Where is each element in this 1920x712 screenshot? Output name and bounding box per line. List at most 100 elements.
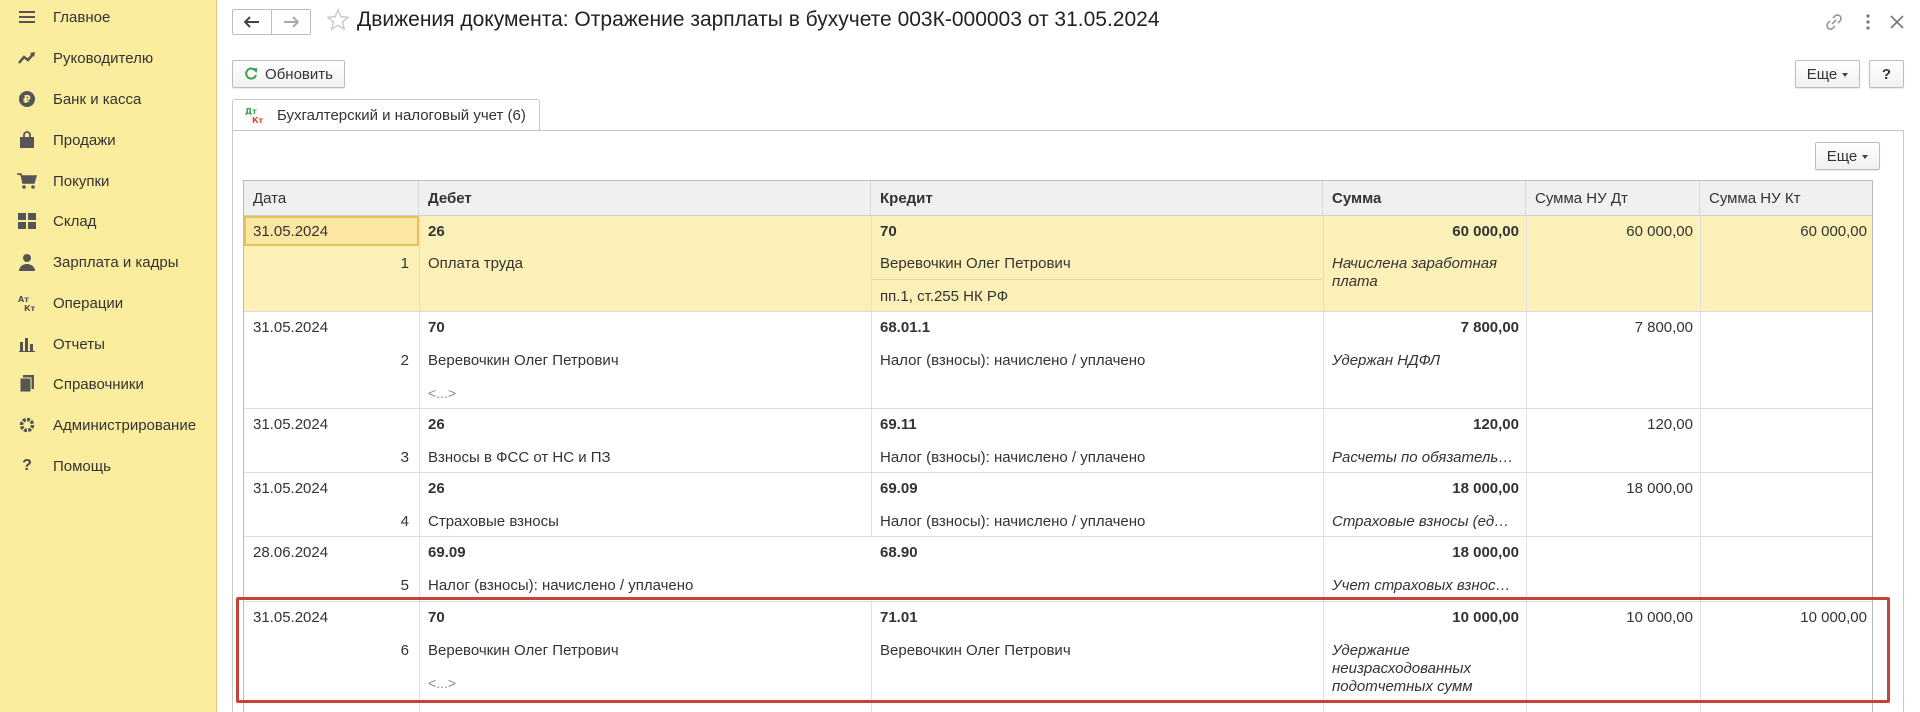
sidebar-item-purchases[interactable]: Покупки: [0, 161, 217, 201]
cell-credit-account: 68.90: [880, 544, 918, 561]
sidebar-item-sales[interactable]: Продажи: [0, 120, 217, 160]
cell-debit-account: 26: [428, 223, 445, 240]
refresh-label: Обновить: [265, 65, 333, 83]
dt-kt-icon: Ат Кт: [17, 293, 37, 313]
back-button[interactable]: [232, 9, 272, 35]
link-icon[interactable]: [1822, 10, 1846, 34]
column-header-date[interactable]: Дата: [244, 181, 419, 216]
tab-label: Бухгалтерский и налоговый учет (6): [277, 107, 526, 124]
sidebar-item-reports[interactable]: Отчеты: [0, 324, 217, 364]
cell-date: 31.05.2024: [253, 609, 329, 626]
cell-credit-account: 69.09: [880, 480, 918, 497]
grid-icon: [17, 211, 37, 231]
more-vertical-icon[interactable]: [1856, 10, 1880, 34]
cell-sum: 7 800,00: [1460, 319, 1519, 336]
sidebar-item-salary[interactable]: Зарплата и кадры: [0, 242, 217, 282]
sidebar-item-admin[interactable]: Администрирование: [0, 405, 217, 445]
table-more-button[interactable]: Еще: [1815, 142, 1880, 170]
question-icon: ?: [22, 457, 32, 474]
bag-icon: [17, 130, 37, 150]
cell-debit-subconto-2: <...>: [428, 385, 457, 401]
sidebar-item-bank[interactable]: ₽ Банк и касса: [0, 79, 217, 119]
cell-debit-subconto-2: <...>: [428, 675, 457, 691]
sidebar-item-main[interactable]: Главное: [0, 0, 217, 37]
close-icon[interactable]: [1885, 10, 1909, 34]
refresh-button[interactable]: Обновить: [232, 60, 345, 88]
cell-credit-account: 68.01.1: [880, 319, 931, 336]
column-header-nu-dt[interactable]: Сумма НУ Дт: [1526, 181, 1700, 216]
refresh-icon: [245, 67, 258, 80]
table-row[interactable]: 28.06.2024 5 69.09 Налог (взносы): начис…: [244, 537, 1872, 602]
sidebar-item-label: Главное: [53, 8, 111, 26]
sidebar-item-label: Зарплата и кадры: [53, 253, 179, 271]
sidebar-item-label: Банк и касса: [53, 90, 142, 108]
favorite-star-icon[interactable]: [326, 8, 350, 32]
cell-debit-account: 26: [428, 416, 445, 433]
table-header: Дата Дебет Кредит Сумма Сумма НУ Дт Сумм…: [244, 181, 1872, 216]
movements-table: Дата Дебет Кредит Сумма Сумма НУ Дт Сумм…: [243, 180, 1873, 712]
table-more-label: Еще: [1826, 147, 1858, 165]
cell-credit-account: 71.01: [880, 609, 918, 626]
chevron-down-icon: [1862, 155, 1869, 159]
person-icon: [17, 252, 37, 272]
table-row[interactable]: 31.05.2024 1 26 Оплата труда 70 Веревочк…: [244, 216, 1872, 312]
cell-credit-subconto: Налог (взносы): начислено / уплачено: [880, 449, 1146, 466]
cell-content: Учет страховых взнос…: [1332, 577, 1511, 594]
tab-accounting[interactable]: Дт Кт Бухгалтерский и налоговый учет (6): [232, 99, 540, 131]
cell-sum-nu-dt: 7 800,00: [1634, 319, 1693, 336]
sidebar-item-label: Продажи: [53, 131, 116, 149]
more-button[interactable]: Еще: [1795, 60, 1860, 88]
table-row[interactable]: 31.05.2024 4 26 Страховые взносы 69.09 Н…: [244, 473, 1872, 537]
cell-date: 28.06.2024: [253, 544, 329, 561]
cell-sum-nu-dt: 18 000,00: [1626, 480, 1693, 497]
cart-icon: [17, 171, 37, 191]
cell-credit-subconto: Веревочкин Олег Петрович: [880, 642, 1071, 659]
cell-credit-subconto: Веревочкин Олег Петрович: [880, 255, 1071, 272]
cell-sum: 120,00: [1473, 416, 1519, 433]
cell-credit-account: 69.11: [880, 416, 917, 433]
cell-sum-nu-dt: 120,00: [1647, 416, 1693, 433]
arrow-left-icon: [244, 16, 259, 28]
cell-debit-account: 69.09: [428, 544, 466, 561]
sidebar-item-directories[interactable]: Справочники: [0, 364, 217, 404]
sidebar-item-operations[interactable]: Ат Кт Операции: [0, 283, 217, 323]
cell-date: 31.05.2024: [253, 480, 329, 497]
cell-content: Удержан НДФЛ: [1332, 352, 1441, 369]
help-label: ?: [1881, 65, 1892, 83]
sidebar-item-manager[interactable]: Руководителю: [0, 38, 217, 78]
sidebar-item-label: Покупки: [53, 172, 110, 190]
table-row[interactable]: 31.05.2024 6 70 Веревочкин Олег Петрович…: [244, 602, 1872, 712]
help-button[interactable]: ?: [1869, 60, 1904, 88]
sidebar-item-label: Склад: [53, 212, 97, 230]
cell-debit-subconto: Взносы в ФСС от НС и ПЗ: [428, 449, 611, 466]
cell-date: 31.05.2024: [253, 416, 329, 433]
cell-debit-subconto: Страховые взносы: [428, 513, 559, 530]
sidebar-item-help[interactable]: ? Помощь: [0, 446, 217, 486]
cell-debit-subconto: Оплата труда: [428, 255, 523, 272]
sidebar-item-label: Отчеты: [53, 335, 105, 353]
table-row[interactable]: 31.05.2024 3 26 Взносы в ФСС от НС и ПЗ …: [244, 409, 1872, 473]
menu-icon: [17, 7, 37, 27]
cell-debit-account: 70: [428, 319, 445, 336]
column-header-nu-kt[interactable]: Сумма НУ Кт: [1700, 181, 1872, 216]
sidebar-item-warehouse[interactable]: Склад: [0, 201, 217, 241]
ruble-icon: ₽: [17, 89, 37, 109]
dt-kt-icon: Дт Кт: [245, 107, 264, 125]
column-header-sum[interactable]: Сумма: [1323, 181, 1526, 216]
trend-icon: [17, 48, 37, 68]
sidebar-item-label: Администрирование: [53, 416, 197, 434]
column-header-debit[interactable]: Дебет: [419, 181, 871, 216]
svg-text:Кт: Кт: [252, 116, 264, 125]
table-row[interactable]: 31.05.2024 2 70 Веревочкин Олег Петрович…: [244, 312, 1872, 409]
cell-debit-subconto: Налог (взносы): начислено / уплачено: [428, 577, 694, 594]
cell-line-number: 6: [400, 642, 409, 659]
cell-date: 31.05.2024: [253, 223, 329, 240]
cell-debit-subconto: Веревочкин Олег Петрович: [428, 352, 619, 369]
cell-sum-nu-kt: 60 000,00: [1800, 223, 1867, 240]
bar-chart-icon: [17, 334, 37, 354]
cell-content: Начислена заработная плата: [1332, 255, 1498, 290]
column-header-credit[interactable]: Кредит: [871, 181, 1323, 216]
forward-button[interactable]: [271, 9, 311, 35]
more-label: Еще: [1806, 65, 1838, 83]
cell-sum-nu-kt: 10 000,00: [1800, 609, 1867, 626]
